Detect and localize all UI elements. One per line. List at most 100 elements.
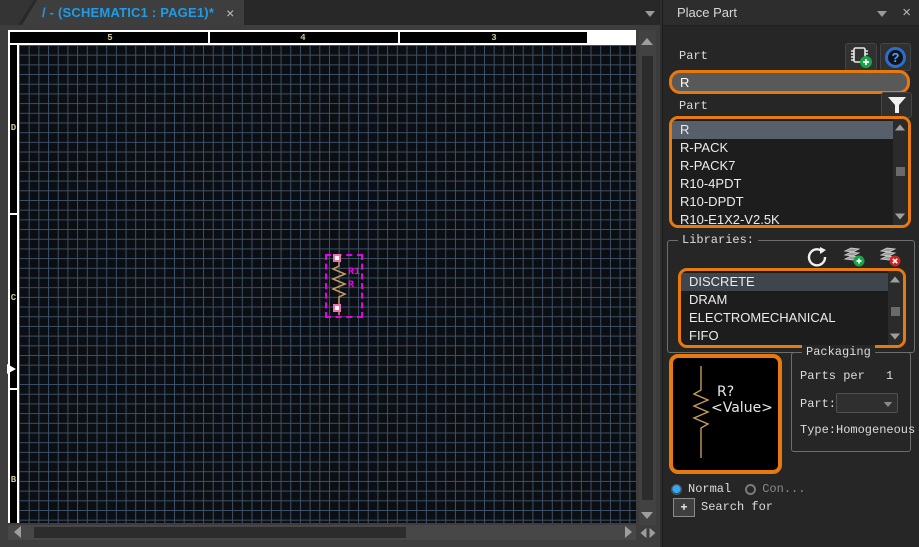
panel-title: Place Part: [677, 5, 737, 20]
ruler-tick: [10, 213, 17, 215]
pin-terminal: [333, 304, 341, 312]
part-field-label: Part: [679, 49, 708, 63]
library-plus-icon: [841, 245, 867, 268]
library-item[interactable]: FIFO: [681, 327, 888, 345]
app-window: / - (SCHEMATIC1 : PAGE1)* × 5 4 3 D C B: [0, 0, 919, 547]
part-list-item[interactable]: R-PACK: [672, 139, 893, 157]
libraries-group: Libraries:: [667, 240, 915, 353]
panel-close-icon[interactable]: ×: [902, 4, 911, 21]
packaging-title: Packaging: [802, 345, 875, 359]
preview-value: <Value>: [711, 400, 773, 416]
plus-icon: +: [680, 501, 687, 515]
schematic-editor: / - (SCHEMATIC1 : PAGE1)* × 5 4 3 D C B: [0, 0, 660, 547]
horizontal-scrollbar[interactable]: [8, 525, 636, 540]
placed-resistor-part[interactable]: R1 R: [325, 254, 363, 318]
library-item[interactable]: ELECTROMECHANICAL: [681, 309, 888, 327]
vertical-scrollbar[interactable]: [639, 30, 656, 525]
libraries-list[interactable]: DISCRETE DRAM ELECTROMECHANICAL FIFO FIL…: [678, 268, 906, 348]
part-list-item[interactable]: R10-4PDT: [672, 175, 893, 193]
place-part-panel: Place Part × Part ? Part: [662, 0, 919, 547]
normal-radio[interactable]: [671, 484, 682, 495]
scroll-up-icon[interactable]: [895, 125, 905, 131]
scroll-down-icon[interactable]: [890, 334, 900, 340]
help-icon: ?: [885, 47, 906, 68]
chip-plus-icon: [848, 45, 874, 69]
parts-per-value: 1: [886, 369, 893, 383]
library-delete-icon: [877, 245, 903, 268]
part-list-label: Part: [679, 99, 708, 113]
tab-schematic-page1[interactable]: / - (SCHEMATIC1 : PAGE1)* ×: [22, 0, 244, 25]
ruler-tick: [208, 32, 210, 43]
ruler-tick: [398, 32, 400, 43]
part-list[interactable]: R R-PACK R-PACK7 R10-4PDT R10-DPDT R10-E…: [669, 116, 911, 228]
add-part-button[interactable]: [845, 43, 877, 71]
part-preview: R? <Value>: [669, 354, 782, 474]
scroll-left-icon[interactable]: [14, 526, 21, 538]
add-library-button[interactable]: [838, 244, 870, 269]
tab-bar: / - (SCHEMATIC1 : PAGE1)* ×: [0, 0, 660, 25]
part-reference: R1: [348, 267, 360, 278]
ruler-letter: D: [10, 123, 17, 133]
part-value: R: [348, 280, 354, 291]
tab-title: / - (SCHEMATIC1 : PAGE1)*: [42, 5, 214, 20]
pin-terminal: [333, 254, 341, 262]
search-for-label: Search for: [701, 500, 773, 514]
packaging-group: Packaging Parts per 1 Part: Type: Homoge…: [791, 352, 911, 452]
scroll-down-icon[interactable]: [641, 512, 653, 519]
part-list-item[interactable]: R-PACK7: [672, 157, 893, 175]
schematic-canvas[interactable]: 5 4 3 D C B: [0, 25, 660, 547]
packaging-part-label: Part:: [800, 397, 836, 411]
ruler-number: 3: [491, 33, 496, 43]
filter-icon: [886, 95, 908, 115]
refresh-icon: [806, 246, 828, 268]
scroll-right-icon[interactable]: [625, 526, 632, 538]
symbol-mode-row: Normal Con...: [671, 482, 805, 496]
pan-left-icon[interactable]: [641, 528, 647, 538]
library-item[interactable]: DISCRETE: [681, 273, 888, 291]
part-list-scrollbar[interactable]: [893, 119, 908, 225]
libraries-scrollbar[interactable]: [888, 271, 903, 345]
horizontal-scrollbar-thumb[interactable]: [34, 527, 406, 538]
part-list-item[interactable]: R: [672, 121, 893, 139]
search-for-expand-button[interactable]: +: [673, 498, 695, 517]
libraries-label: Libraries:: [678, 233, 758, 247]
filter-button[interactable]: [881, 92, 912, 118]
pan-right-icon[interactable]: [650, 528, 656, 538]
tab-close-icon[interactable]: ×: [226, 6, 234, 20]
type-value: Homogeneous: [836, 423, 915, 437]
preview-reference: R?: [717, 384, 734, 400]
part-search-input[interactable]: [669, 70, 910, 94]
ruler-left: D C B: [8, 45, 19, 523]
panel-header: Place Part ×: [663, 0, 919, 26]
scroll-up-icon[interactable]: [641, 38, 653, 45]
library-item[interactable]: DRAM: [681, 291, 888, 309]
normal-radio-label: Normal: [688, 482, 731, 496]
ruler-end-fill: [587, 32, 636, 43]
help-button[interactable]: ?: [880, 43, 911, 71]
vertical-scrollbar-thumb[interactable]: [642, 56, 653, 500]
scrollbar-thumb[interactable]: [891, 307, 900, 316]
part-list-item[interactable]: R10-DPDT: [672, 193, 893, 211]
convert-radio[interactable]: [745, 484, 756, 495]
panel-menu-icon[interactable]: [877, 11, 887, 17]
type-label: Type:: [800, 423, 836, 437]
parts-per-label: Parts per: [800, 369, 865, 383]
delete-library-button[interactable]: [874, 244, 906, 269]
ruler-number: 5: [107, 33, 112, 43]
ruler-letter: B: [10, 475, 17, 485]
scroll-up-icon[interactable]: [890, 277, 900, 283]
ruler-number: 4: [300, 33, 305, 43]
chevron-down-icon: [884, 402, 892, 407]
ruler-letter: C: [10, 293, 17, 303]
pointer-marker: [7, 364, 16, 374]
ruler-tick: [10, 388, 17, 390]
scrollbar-thumb[interactable]: [896, 167, 905, 176]
ruler-top: 5 4 3: [8, 30, 636, 45]
pan-control[interactable]: [640, 527, 660, 539]
convert-radio-label: Con...: [762, 482, 805, 496]
packaging-part-dropdown[interactable]: [836, 393, 898, 413]
scroll-down-icon[interactable]: [895, 214, 905, 220]
tab-overflow-icon[interactable]: [645, 11, 655, 17]
refresh-library-button[interactable]: [802, 244, 832, 269]
part-list-item[interactable]: R10-E1X2-V2.5K: [672, 211, 893, 228]
